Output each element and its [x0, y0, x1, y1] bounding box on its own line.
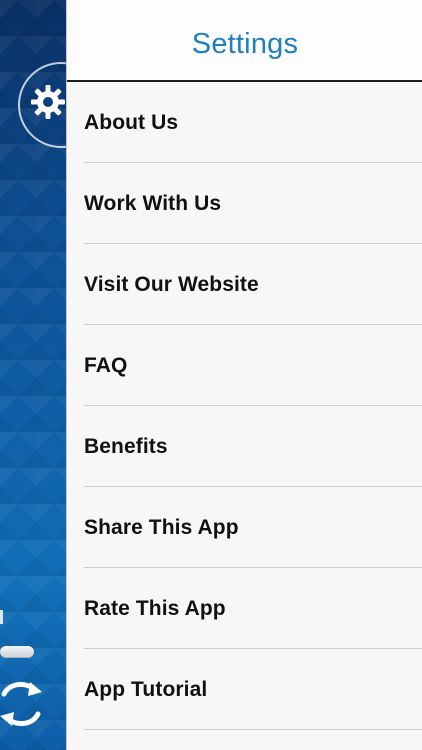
menu-item-label: App Tutorial — [84, 677, 208, 701]
menu-item-label: Work With Us — [84, 191, 222, 215]
menu-item-about-us[interactable]: About Us — [67, 82, 422, 163]
menu-item-work-with-us[interactable]: Work With Us — [67, 163, 422, 244]
page-title: Settings — [191, 27, 299, 60]
menu-item-visit-website[interactable]: Visit Our Website — [67, 244, 422, 325]
menu-item-app-tutorial[interactable]: App Tutorial — [67, 649, 422, 730]
menu-item-label: Share This App — [84, 515, 239, 539]
gear-icon — [31, 85, 65, 119]
menu-item-label: FAQ — [84, 353, 128, 377]
menu-item-rate-app[interactable]: Rate This App — [67, 568, 422, 649]
sync-icon[interactable] — [0, 672, 44, 734]
menu-item-label: Rate This App — [84, 596, 226, 620]
menu-item-share-app[interactable]: Share This App — [67, 487, 422, 568]
settings-menu: About Us Work With Us Visit Our Website … — [67, 82, 422, 730]
menu-item-label: Visit Our Website — [84, 272, 259, 296]
left-edge-marker — [0, 610, 3, 624]
slider-handle[interactable] — [0, 646, 34, 658]
menu-item-benefits[interactable]: Benefits — [67, 406, 422, 487]
menu-item-label: Benefits — [84, 434, 168, 458]
menu-item-faq[interactable]: FAQ — [67, 325, 422, 406]
menu-item-label: About Us — [84, 110, 179, 134]
settings-header: Settings — [67, 0, 422, 82]
background-strip — [0, 0, 66, 750]
settings-panel: Settings About Us Work With Us Visit Our… — [66, 0, 422, 750]
